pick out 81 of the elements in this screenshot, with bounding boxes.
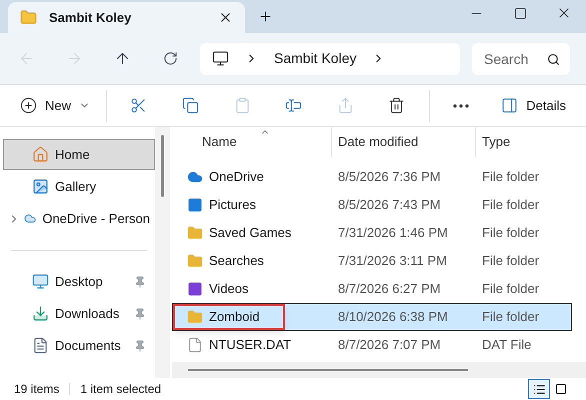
date-cell-text: 8/7/2026 6:27 PM: [338, 280, 442, 298]
tab-title: Sambit Koley: [49, 8, 132, 27]
details-button[interactable]: Details: [493, 90, 574, 122]
more-icon: [453, 104, 470, 108]
date-cell-text: 8/7/2026 7:07 PM: [338, 336, 442, 354]
file-icon: [187, 337, 203, 353]
rename-icon: [285, 97, 302, 114]
date-cell-text: 8/10/2026 6:38 PM: [338, 308, 449, 326]
window-tab[interactable]: Sambit Koley: [8, 2, 245, 33]
date-cell-text: 8/5/2026 7:36 PM: [338, 168, 442, 186]
file-name: Videos: [209, 280, 249, 298]
sidebar-label: Home: [55, 146, 91, 164]
download-icon: [32, 305, 49, 322]
type-cell-text: File folder: [482, 168, 540, 186]
file-name: Zomboid: [209, 308, 260, 326]
document-icon: [32, 337, 49, 354]
item-count: 19 items: [14, 381, 60, 398]
file-row[interactable]: NTUSER.DAT 8/7/2026 7:07 PM DAT File: [172, 331, 572, 359]
horizontal-scrollbar[interactable]: [188, 369, 468, 371]
file-row[interactable]: Pictures 8/5/2026 7:43 PM File folder: [172, 191, 572, 219]
date-cell-text: 8/5/2026 7:43 PM: [338, 196, 442, 214]
file-name: Pictures: [209, 196, 256, 214]
paste-icon: [234, 97, 251, 114]
file-row[interactable]: Videos 8/7/2026 6:27 PM File folder: [172, 275, 572, 303]
type-cell-text: File folder: [482, 280, 540, 298]
folder-icon: [187, 253, 203, 269]
copy-icon: [182, 97, 199, 114]
sidebar-item[interactable]: Gallery: [3, 171, 155, 202]
scrollbar-thumb[interactable]: [161, 135, 164, 197]
square-icon: [555, 383, 567, 395]
folder-icon: [187, 225, 203, 241]
sidebar-item[interactable]: Downloads: [3, 298, 155, 329]
folder-icon: [187, 309, 203, 325]
file-name: OneDrive: [209, 168, 264, 186]
computer-icon: [212, 50, 229, 67]
new-button[interactable]: New: [12, 90, 98, 122]
type-cell-text: File folder: [482, 308, 540, 326]
sidebar-label: OneDrive - Person: [42, 210, 150, 228]
refresh-icon: [162, 51, 178, 66]
share-icon: [336, 97, 354, 114]
delete-icon: [388, 97, 406, 114]
cloud-icon: [187, 169, 203, 185]
file-row[interactable]: Saved Games 7/31/2026 1:46 PM File folder: [172, 219, 572, 247]
type-cell-text: File folder: [482, 252, 540, 270]
search-icon: [547, 52, 560, 66]
sidebar-item[interactable]: OneDrive - Person: [3, 203, 155, 234]
home-icon: [32, 146, 49, 163]
panel-icon: [501, 97, 518, 114]
file-row[interactable]: Searches 7/31/2026 3:11 PM File folder: [172, 247, 572, 275]
plus-circle-icon: [20, 97, 37, 114]
selection-count: 1 item selected: [80, 381, 162, 398]
sidebar-item[interactable]: Home: [3, 139, 155, 170]
date-cell-text: 7/31/2026 3:11 PM: [338, 252, 448, 270]
type-cell-text: File folder: [482, 196, 540, 214]
search-field[interactable]: Search: [472, 42, 570, 74]
column-header[interactable]: Type: [476, 127, 510, 157]
type-cell-text: DAT File: [482, 336, 532, 354]
type-cell-text: File folder: [482, 224, 540, 242]
sidebar-label: Documents: [55, 336, 122, 355]
sidebar-label: Desktop: [55, 272, 104, 291]
breadcrumb[interactable]: Sambit Koley: [274, 48, 356, 69]
cut-icon: [130, 97, 148, 114]
folder-icon: [20, 9, 37, 26]
sidebar-label: Gallery: [55, 178, 98, 196]
sidebar-item[interactable]: Desktop: [3, 266, 155, 297]
new-tab-icon[interactable]: [258, 9, 272, 24]
sidebar-item[interactable]: Documents: [3, 330, 155, 361]
view-button[interactable]: [528, 379, 550, 399]
list-icon: [532, 382, 546, 396]
column-header[interactable]: Name: [172, 127, 332, 157]
file-row[interactable]: OneDrive 8/5/2026 7:36 PM File folder: [172, 163, 572, 191]
sidebar-label: Downloads: [55, 304, 120, 323]
file-row[interactable]: Zomboid 8/10/2026 6:38 PM File folder: [172, 303, 572, 331]
date-cell-text: 7/31/2026 1:46 PM: [338, 224, 449, 242]
maximize-icon[interactable]: [514, 6, 526, 20]
desktop-icon: [32, 273, 49, 290]
file-name: Searches: [209, 252, 264, 270]
file-name: Saved Games: [209, 224, 292, 242]
address-bar[interactable]: Sambit Koley: [200, 42, 460, 74]
file-name: NTUSER.DAT: [209, 336, 292, 354]
column-header[interactable]: Date modified: [332, 127, 476, 157]
